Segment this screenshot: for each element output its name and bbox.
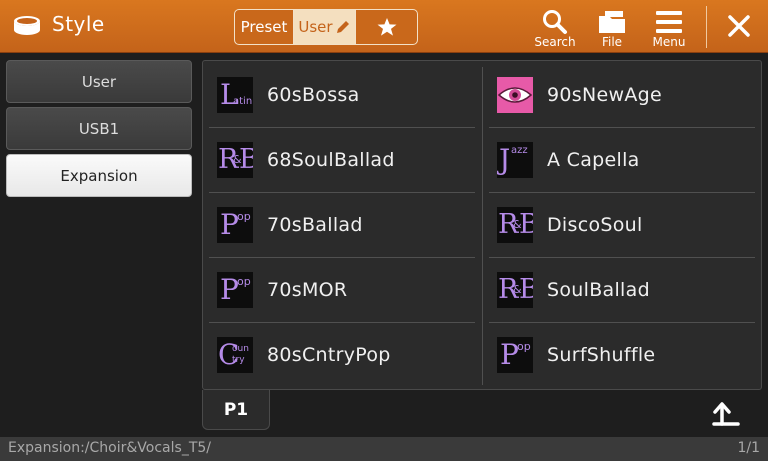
style-item-a-capella[interactable]: J azz A Capella [489,128,761,192]
status-bar: Expansion:/Choir&Vocals_T5/ 1/1 [0,437,768,461]
close-icon [728,15,750,37]
style-name: 80sCntryPop [267,344,391,366]
close-button[interactable] [718,6,760,48]
style-name: 68SoulBallad [267,149,395,171]
country-icon: C oun try [217,337,253,373]
style-name: 60sBossa [267,84,360,106]
page-count: 1/1 [737,440,760,456]
rnb-icon: R & B [497,272,533,308]
sidebar-item-usb1[interactable]: USB1 [6,107,192,150]
style-item-68soulballad[interactable]: R & B 68SoulBallad [209,128,481,192]
tab-preset[interactable]: Preset [235,10,294,44]
search-button[interactable]: Search [530,6,580,52]
latin-icon: L atin [217,77,253,113]
page-tab-p1[interactable]: P1 [202,390,270,430]
menu-icon [656,11,682,33]
style-item-70sballad[interactable]: P op 70sBallad [209,193,481,257]
file-button[interactable]: File [587,6,637,52]
tab-user-label: User [298,18,333,36]
eye-icon [497,77,533,113]
star-icon [377,18,396,36]
tab-favorite[interactable] [356,10,417,44]
style-item-60sbossa[interactable]: L atin 60sBossa [209,63,481,127]
folder-icon [599,11,625,33]
pop-icon: P op [217,272,253,308]
current-path: Expansion:/Choir&Vocals_T5/ [8,440,211,456]
header-bar: Style Preset User Search File Menu [0,0,768,53]
search-icon [543,10,567,34]
style-item-soulballad[interactable]: R & B SoulBallad [489,258,761,322]
sidebar-item-expansion[interactable]: Expansion [6,154,192,197]
style-item-surfshuffle[interactable]: P op SurfShuffle [489,323,761,387]
file-label: File [601,35,623,49]
style-item-70smor[interactable]: P op 70sMOR [209,258,481,322]
up-arrow-icon [712,402,740,426]
rnb-icon: R & B [497,207,533,243]
style-list-panel: L atin 60sBossa 90sNewAge R & B 68SoulBa… [202,60,762,390]
style-name: 70sBallad [267,214,363,236]
sidebar-item-user[interactable]: User [6,60,192,103]
header-divider [706,6,707,48]
style-item-discosoul[interactable]: R & B DiscoSoul [489,193,761,257]
pop-icon: P op [217,207,253,243]
search-label: Search [534,35,576,49]
jazz-icon: J azz [497,142,533,178]
style-name: DiscoSoul [547,214,643,236]
pop-icon: P op [497,337,533,373]
app-title: Style [52,12,105,36]
drive-sidebar: User USB1 Expansion [0,54,198,436]
menu-label: Menu [652,35,686,49]
style-item-90snewage[interactable]: 90sNewAge [489,63,761,127]
style-name: SurfShuffle [547,344,656,366]
style-item-80scntrypop[interactable]: C oun try 80sCntryPop [209,323,481,387]
pencil-icon [336,21,349,33]
style-name: 90sNewAge [547,84,662,106]
rnb-icon: R & B [217,142,253,178]
category-tabs: Preset User [234,9,418,45]
tab-user[interactable]: User [294,10,356,44]
parent-folder-button[interactable] [706,396,746,430]
style-name: A Capella [547,149,640,171]
style-name: 70sMOR [267,279,348,301]
style-name: SoulBallad [547,279,650,301]
menu-button[interactable]: Menu [644,6,694,52]
style-drum-icon [14,16,40,35]
grid-divider [482,67,483,385]
